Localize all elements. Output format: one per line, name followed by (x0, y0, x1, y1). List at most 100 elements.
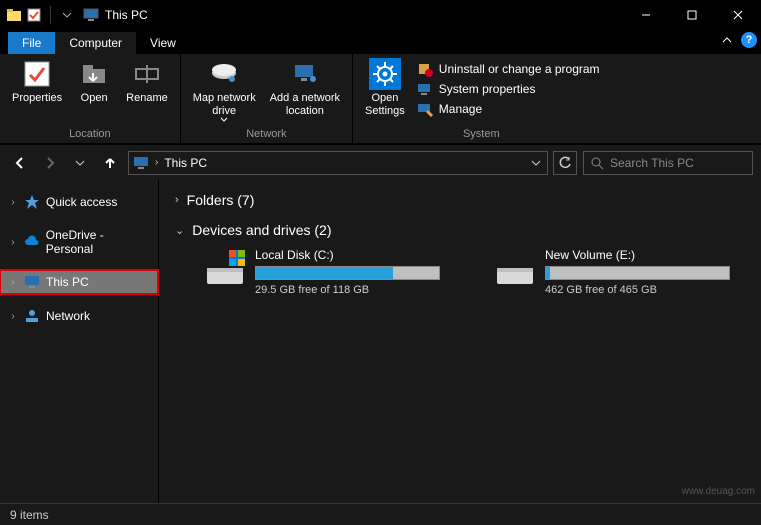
manage-button[interactable]: Manage (413, 100, 604, 118)
tab-view[interactable]: View (136, 32, 190, 54)
sidebar-item-label: OneDrive - Personal (46, 228, 152, 256)
drive-free-text: 462 GB free of 465 GB (545, 284, 745, 296)
this-pc-icon (133, 155, 149, 171)
ribbon-group-location: Properties Open Rename Location (0, 54, 181, 143)
recent-locations-button[interactable] (68, 151, 92, 175)
main-area: › Quick access › OneDrive - Personal › T… (0, 180, 761, 503)
drive-usage-bar (255, 266, 440, 280)
navigation-pane: › Quick access › OneDrive - Personal › T… (0, 180, 159, 503)
title-bar: This PC (0, 0, 761, 30)
forward-button[interactable] (38, 151, 62, 175)
tab-file[interactable]: File (8, 32, 55, 54)
rename-icon (131, 58, 163, 90)
properties-qat-icon[interactable] (26, 7, 42, 23)
chevron-right-icon: › (175, 194, 179, 206)
ribbon-group-label: System (463, 126, 500, 143)
open-settings-button[interactable]: Open Settings (359, 56, 411, 126)
ribbon-group-system: Open Settings Uninstall or change a prog… (353, 54, 610, 143)
ribbon-group-label: Network (246, 126, 286, 143)
back-button[interactable] (8, 151, 32, 175)
navigation-bar: › This PC Search This PC (0, 144, 761, 180)
sidebar-item-onedrive[interactable]: › OneDrive - Personal (0, 224, 158, 260)
system-properties-button[interactable]: System properties (413, 80, 604, 98)
sidebar-item-quick-access[interactable]: › Quick access (0, 190, 158, 214)
add-network-location-button[interactable]: Add a network location (264, 56, 346, 126)
search-placeholder: Search This PC (610, 156, 694, 170)
chevron-down-icon: ⌄ (175, 224, 184, 237)
section-label: Devices and drives (2) (192, 222, 331, 238)
sidebar-item-network[interactable]: › Network (0, 304, 158, 328)
drive-e-icon (495, 248, 535, 288)
uninstall-label: Uninstall or change a program (439, 62, 600, 76)
network-icon (24, 308, 40, 324)
qat-dropdown-icon[interactable] (59, 7, 75, 23)
section-label: Folders (7) (187, 192, 255, 208)
system-properties-icon (417, 81, 433, 97)
ribbon-group-network: Map network drive Add a network location… (181, 54, 353, 143)
address-bar[interactable]: › This PC (128, 151, 548, 175)
ribbon-group-label: Location (69, 126, 111, 143)
drive-name: Local Disk (C:) (255, 248, 455, 262)
section-drives[interactable]: ⌄ Devices and drives (2) (175, 218, 745, 242)
chevron-right-icon[interactable]: › (8, 277, 18, 288)
open-settings-label: Open Settings (365, 92, 405, 117)
chevron-right-icon[interactable]: › (8, 197, 18, 208)
maximize-button[interactable] (669, 0, 715, 30)
quick-access-toolbar (6, 6, 75, 24)
add-location-label: Add a network location (270, 92, 340, 117)
content-pane: › Folders (7) ⌄ Devices and drives (2) L… (159, 180, 761, 503)
watermark: www.deuag.com (682, 486, 755, 497)
drive-free-text: 29.5 GB free of 118 GB (255, 284, 455, 296)
status-item-count: 9 items (10, 508, 49, 522)
drive-usage-bar (545, 266, 730, 280)
chevron-down-icon (220, 117, 228, 123)
window-controls (623, 0, 761, 30)
close-button[interactable] (715, 0, 761, 30)
open-label: Open (81, 92, 108, 105)
network-drive-icon (208, 58, 240, 90)
help-icon[interactable]: ? (741, 32, 757, 48)
chevron-right-icon[interactable]: › (155, 157, 158, 168)
up-button[interactable] (98, 151, 122, 175)
rename-button[interactable]: Rename (120, 56, 174, 126)
search-input[interactable]: Search This PC (583, 151, 753, 175)
open-button[interactable]: Open (70, 56, 118, 126)
manage-icon (417, 101, 433, 117)
sidebar-item-label: This PC (46, 275, 89, 289)
quick-access-icon (24, 194, 40, 210)
sidebar-item-this-pc[interactable]: › This PC (0, 270, 158, 294)
map-drive-label: Map network drive (193, 92, 256, 117)
address-dropdown-icon[interactable] (531, 158, 541, 168)
properties-icon (21, 58, 53, 90)
folder-icon (6, 7, 22, 23)
drive-item[interactable]: Local Disk (C:) 29.5 GB free of 118 GB (205, 248, 455, 296)
section-folders[interactable]: › Folders (7) (175, 188, 745, 212)
drives-list: Local Disk (C:) 29.5 GB free of 118 GB N… (205, 248, 745, 296)
map-network-drive-button[interactable]: Map network drive (187, 56, 262, 126)
uninstall-icon (417, 61, 433, 77)
address-text: This PC (164, 156, 207, 170)
sidebar-item-label: Quick access (46, 195, 117, 209)
uninstall-program-button[interactable]: Uninstall or change a program (413, 60, 604, 78)
drive-item[interactable]: New Volume (E:) 462 GB free of 465 GB (495, 248, 745, 296)
drive-c-icon (205, 248, 245, 288)
tab-computer[interactable]: Computer (55, 32, 136, 54)
chevron-right-icon[interactable]: › (8, 237, 18, 248)
refresh-button[interactable] (553, 151, 577, 175)
properties-label: Properties (12, 92, 62, 105)
status-bar: 9 items (0, 503, 761, 525)
onedrive-icon (24, 234, 40, 250)
chevron-right-icon[interactable]: › (8, 311, 18, 322)
rename-label: Rename (126, 92, 168, 105)
settings-gear-icon (369, 58, 401, 90)
collapse-ribbon-icon[interactable] (721, 34, 733, 46)
window-title: This PC (105, 8, 148, 22)
this-pc-icon (83, 7, 99, 23)
properties-button[interactable]: Properties (6, 56, 68, 126)
ribbon-tabs: File Computer View ? (0, 30, 761, 54)
this-pc-icon (24, 274, 40, 290)
ribbon: Properties Open Rename Location Map netw… (0, 54, 761, 144)
search-icon (590, 156, 604, 170)
separator (50, 6, 51, 24)
minimize-button[interactable] (623, 0, 669, 30)
